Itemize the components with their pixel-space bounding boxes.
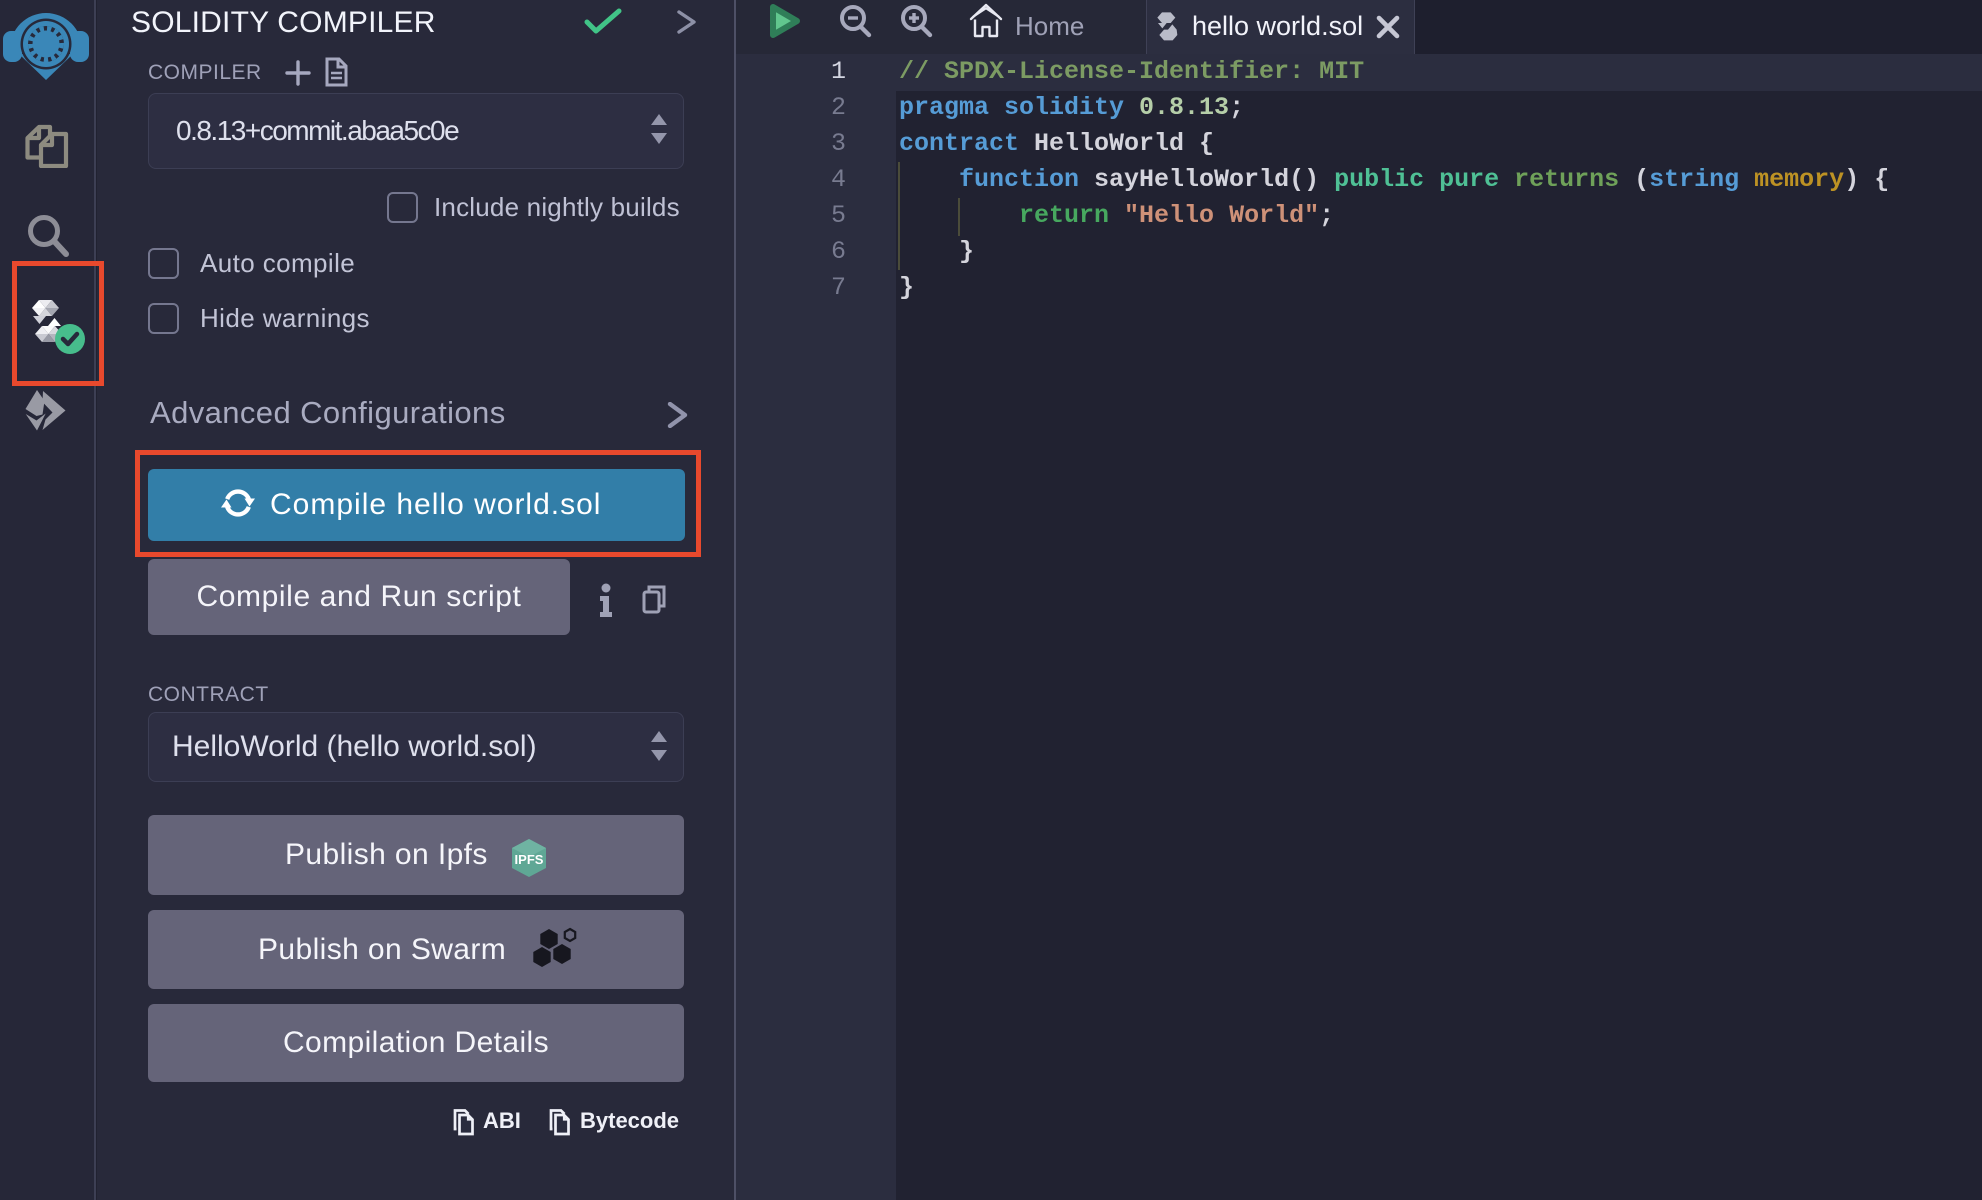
svg-text:IPFS: IPFS xyxy=(515,852,544,867)
